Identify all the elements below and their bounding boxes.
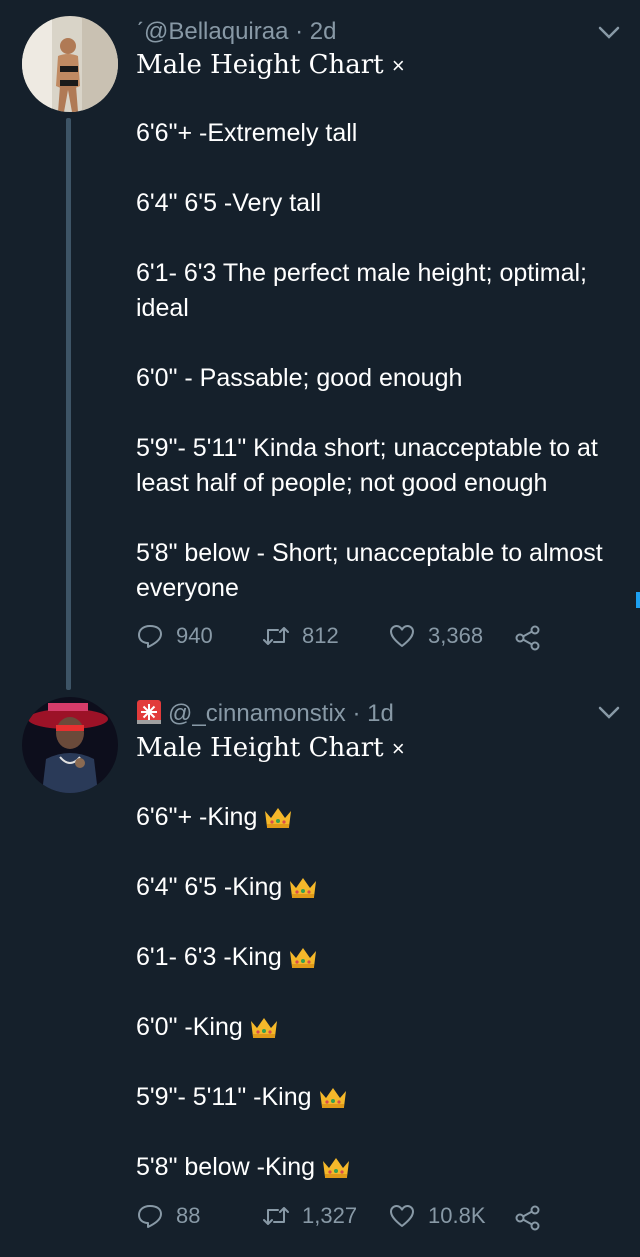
- tweet-line: 6'0" -King: [136, 1010, 626, 1045]
- tweet-line: 6'6"+ -Extremely tall: [136, 119, 358, 147]
- avatar[interactable]: [22, 697, 118, 793]
- siren-icon: [137, 700, 161, 724]
- tweet-line: 6'4" 6'5 -Very tall: [136, 189, 322, 217]
- tweet-line: 6'0" - Passable; good enough: [136, 364, 463, 392]
- tweet-title: Male Height Chart ×: [136, 733, 405, 763]
- tweet-header[interactable]: ˊ@Bellaquiraa · 2d: [136, 18, 336, 46]
- tweet-line: 6'4" 6'5 -King: [136, 870, 626, 905]
- reply-count: 88: [176, 1203, 201, 1228]
- tweet-actions: 88 1,327 10.8K: [136, 1202, 616, 1236]
- crown-icon: [250, 1018, 277, 1039]
- close-glyph: ×: [391, 53, 405, 78]
- avatar[interactable]: [22, 16, 118, 112]
- retweet-button[interactable]: 1,327: [262, 1202, 357, 1230]
- thread-line: [66, 118, 71, 690]
- tweet-line: 5'8" below - Short; unacceptable to almo…: [136, 539, 603, 602]
- retweet-icon: [263, 627, 289, 645]
- tweet-actions: 940 812 3,368: [136, 622, 616, 656]
- retweet-icon: [263, 1207, 289, 1225]
- tweet-line: 6'1- 6'3 -King: [136, 940, 626, 975]
- crown-icon: [289, 948, 316, 969]
- crown-icon: [265, 808, 292, 829]
- close-glyph: ×: [391, 736, 405, 761]
- retweet-button[interactable]: 812: [262, 622, 339, 650]
- reply-count: 940: [176, 623, 213, 648]
- like-button[interactable]: 3,368: [388, 622, 483, 650]
- tweet-line: 5'9"- 5'11" Kinda short; unacceptable to…: [136, 434, 598, 497]
- chevron-down-icon[interactable]: [598, 26, 620, 40]
- reply-button[interactable]: 940: [136, 622, 213, 650]
- retweet-count: 812: [302, 623, 339, 648]
- tweet-line: 6'6"+ -King: [136, 800, 626, 835]
- tweet-header[interactable]: @_cinnamonstix · 1d: [136, 699, 394, 728]
- crown-icon: [319, 1088, 346, 1109]
- chevron-down-icon[interactable]: [598, 706, 620, 720]
- like-count: 10.8K: [428, 1203, 486, 1228]
- share-icon[interactable]: [514, 1204, 542, 1232]
- reply-button[interactable]: 88: [136, 1202, 200, 1230]
- username-handle[interactable]: ˊ@Bellaquiraa · 2d: [136, 18, 336, 45]
- share-icon[interactable]: [514, 624, 542, 652]
- scroll-indicator[interactable]: [636, 592, 640, 608]
- retweet-count: 1,327: [302, 1203, 358, 1228]
- crown-icon: [323, 1158, 350, 1179]
- tweet-line: 5'8" below -King: [136, 1150, 626, 1185]
- like-count: 3,368: [428, 623, 484, 648]
- tweet-line: 5'9"- 5'11" -King: [136, 1080, 626, 1115]
- heart-icon: [390, 625, 414, 647]
- like-button[interactable]: 10.8K: [388, 1202, 486, 1230]
- tweet-title: Male Height Chart ×: [136, 50, 405, 80]
- crown-icon: [290, 878, 317, 899]
- username-handle[interactable]: @_cinnamonstix · 1d: [168, 700, 394, 727]
- heart-icon: [390, 1205, 414, 1227]
- reply-icon: [138, 625, 162, 648]
- tweet-line: 6'1- 6'3 The perfect male height; optima…: [136, 259, 588, 322]
- reply-icon: [138, 1205, 162, 1228]
